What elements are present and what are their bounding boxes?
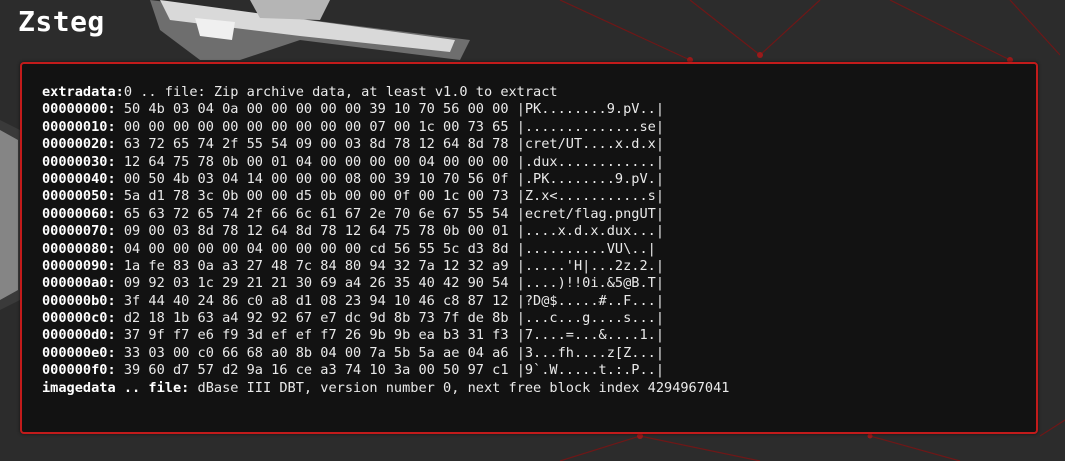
extradata-line: extradata:0 .. file: Zip archive data, a… [42, 84, 729, 101]
extradata-text: 0 .. file: Zip archive data, at least v1… [123, 84, 558, 100]
hexdump-bytes: 3f 44 40 24 86 c0 a8 d1 08 23 94 10 46 c… [115, 292, 665, 309]
hexdump-bytes: 37 9f f7 e6 f9 3d ef ef f7 26 9b 9b ea b… [115, 327, 665, 344]
hexdump-bytes: 50 4b 03 04 0a 00 00 00 00 00 39 10 70 5… [115, 101, 665, 118]
hexdump-offset: 00000070: [42, 223, 116, 240]
hexdump-row: 00000040: 00 50 4b 03 04 14 00 00 00 08 … [42, 171, 729, 188]
hexdump-row: 000000a0: 09 92 03 1c 29 21 21 30 69 a4 … [42, 275, 729, 292]
hexdump-bytes: 00 50 4b 03 04 14 00 00 00 08 00 39 10 7… [115, 170, 665, 187]
extradata-label: extradata: [42, 84, 124, 100]
hexdump-offset: 00000000: [42, 101, 116, 118]
hexdump-row: 00000000: 50 4b 03 04 0a 00 00 00 00 00 … [42, 101, 729, 118]
output-panel: extradata:0 .. file: Zip archive data, a… [20, 62, 1038, 434]
hexdump-bytes: 5a d1 78 3c 0b 00 00 d5 0b 00 00 0f 00 1… [115, 188, 665, 205]
hexdump-row: 000000d0: 37 9f f7 e6 f9 3d ef ef f7 26 … [42, 327, 729, 344]
hexdump-bytes: 12 64 75 78 0b 00 01 04 00 00 00 00 04 0… [115, 153, 665, 170]
hexdump-offset: 00000090: [42, 257, 116, 274]
hexdump-row: 00000070: 09 00 03 8d 78 12 64 8d 78 12 … [42, 223, 729, 240]
imagedata-line: imagedata .. file: dBase III DBT, versio… [42, 380, 729, 397]
hexdump-offset: 000000b0: [42, 292, 116, 309]
hexdump-offset: 000000d0: [42, 327, 116, 344]
hexdump-row: 00000020: 63 72 65 74 2f 55 54 09 00 03 … [42, 136, 729, 153]
hexdump: 00000000: 50 4b 03 04 0a 00 00 00 00 00 … [42, 101, 729, 379]
imagedata-label: imagedata .. file: [42, 379, 190, 396]
hexdump-bytes: 65 63 72 65 74 2f 66 6c 61 67 2e 70 6e 6… [115, 205, 665, 222]
hexdump-bytes: 00 00 00 00 00 00 00 00 00 00 07 00 1c 0… [115, 118, 665, 135]
hexdump-offset: 00000080: [42, 240, 116, 257]
hexdump-row: 00000090: 1a fe 83 0a a3 27 48 7c 84 80 … [42, 258, 729, 275]
hexdump-offset: 00000010: [42, 118, 116, 135]
page-title: Zsteg [18, 5, 105, 38]
hexdump-row: 00000060: 65 63 72 65 74 2f 66 6c 61 67 … [42, 206, 729, 223]
hexdump-bytes: 33 03 00 c0 66 68 a0 8b 04 00 7a 5b 5a a… [115, 344, 665, 361]
hexdump-offset: 000000f0: [42, 362, 116, 379]
hexdump-row: 00000030: 12 64 75 78 0b 00 01 04 00 00 … [42, 154, 729, 171]
hexdump-bytes: 1a fe 83 0a a3 27 48 7c 84 80 94 32 7a 1… [115, 257, 665, 274]
zsteg-output: extradata:0 .. file: Zip archive data, a… [42, 84, 729, 397]
hexdump-bytes: 39 60 d7 57 d2 9a 16 ce a3 74 10 3a 00 5… [115, 362, 665, 379]
hexdump-bytes: 63 72 65 74 2f 55 54 09 00 03 8d 78 12 6… [115, 136, 665, 153]
hexdump-offset: 000000c0: [42, 310, 116, 327]
hexdump-offset: 00000040: [42, 170, 116, 187]
hexdump-row: 00000050: 5a d1 78 3c 0b 00 00 d5 0b 00 … [42, 188, 729, 205]
hexdump-row: 00000010: 00 00 00 00 00 00 00 00 00 00 … [42, 119, 729, 136]
hexdump-offset: 000000a0: [42, 275, 116, 292]
imagedata-text: dBase III DBT, version number 0, next fr… [189, 379, 730, 396]
hexdump-row: 00000080: 04 00 00 00 00 04 00 00 00 00 … [42, 241, 729, 258]
hexdump-offset: 00000050: [42, 188, 116, 205]
hexdump-row: 000000b0: 3f 44 40 24 86 c0 a8 d1 08 23 … [42, 293, 729, 310]
hexdump-row: 000000f0: 39 60 d7 57 d2 9a 16 ce a3 74 … [42, 362, 729, 379]
hexdump-offset: 00000060: [42, 205, 116, 222]
hexdump-row: 000000e0: 33 03 00 c0 66 68 a0 8b 04 00 … [42, 345, 729, 362]
hexdump-offset: 000000e0: [42, 344, 116, 361]
hexdump-bytes: d2 18 1b 63 a4 92 92 67 e7 dc 9d 8b 73 7… [115, 310, 665, 327]
hexdump-offset: 00000020: [42, 136, 116, 153]
hexdump-bytes: 04 00 00 00 00 04 00 00 00 00 cd 56 55 5… [115, 240, 656, 257]
hexdump-bytes: 09 00 03 8d 78 12 64 8d 78 12 64 75 78 0… [115, 223, 665, 240]
hexdump-bytes: 09 92 03 1c 29 21 21 30 69 a4 26 35 40 4… [115, 275, 665, 292]
hexdump-offset: 00000030: [42, 153, 116, 170]
hexdump-row: 000000c0: d2 18 1b 63 a4 92 92 67 e7 dc … [42, 310, 729, 327]
